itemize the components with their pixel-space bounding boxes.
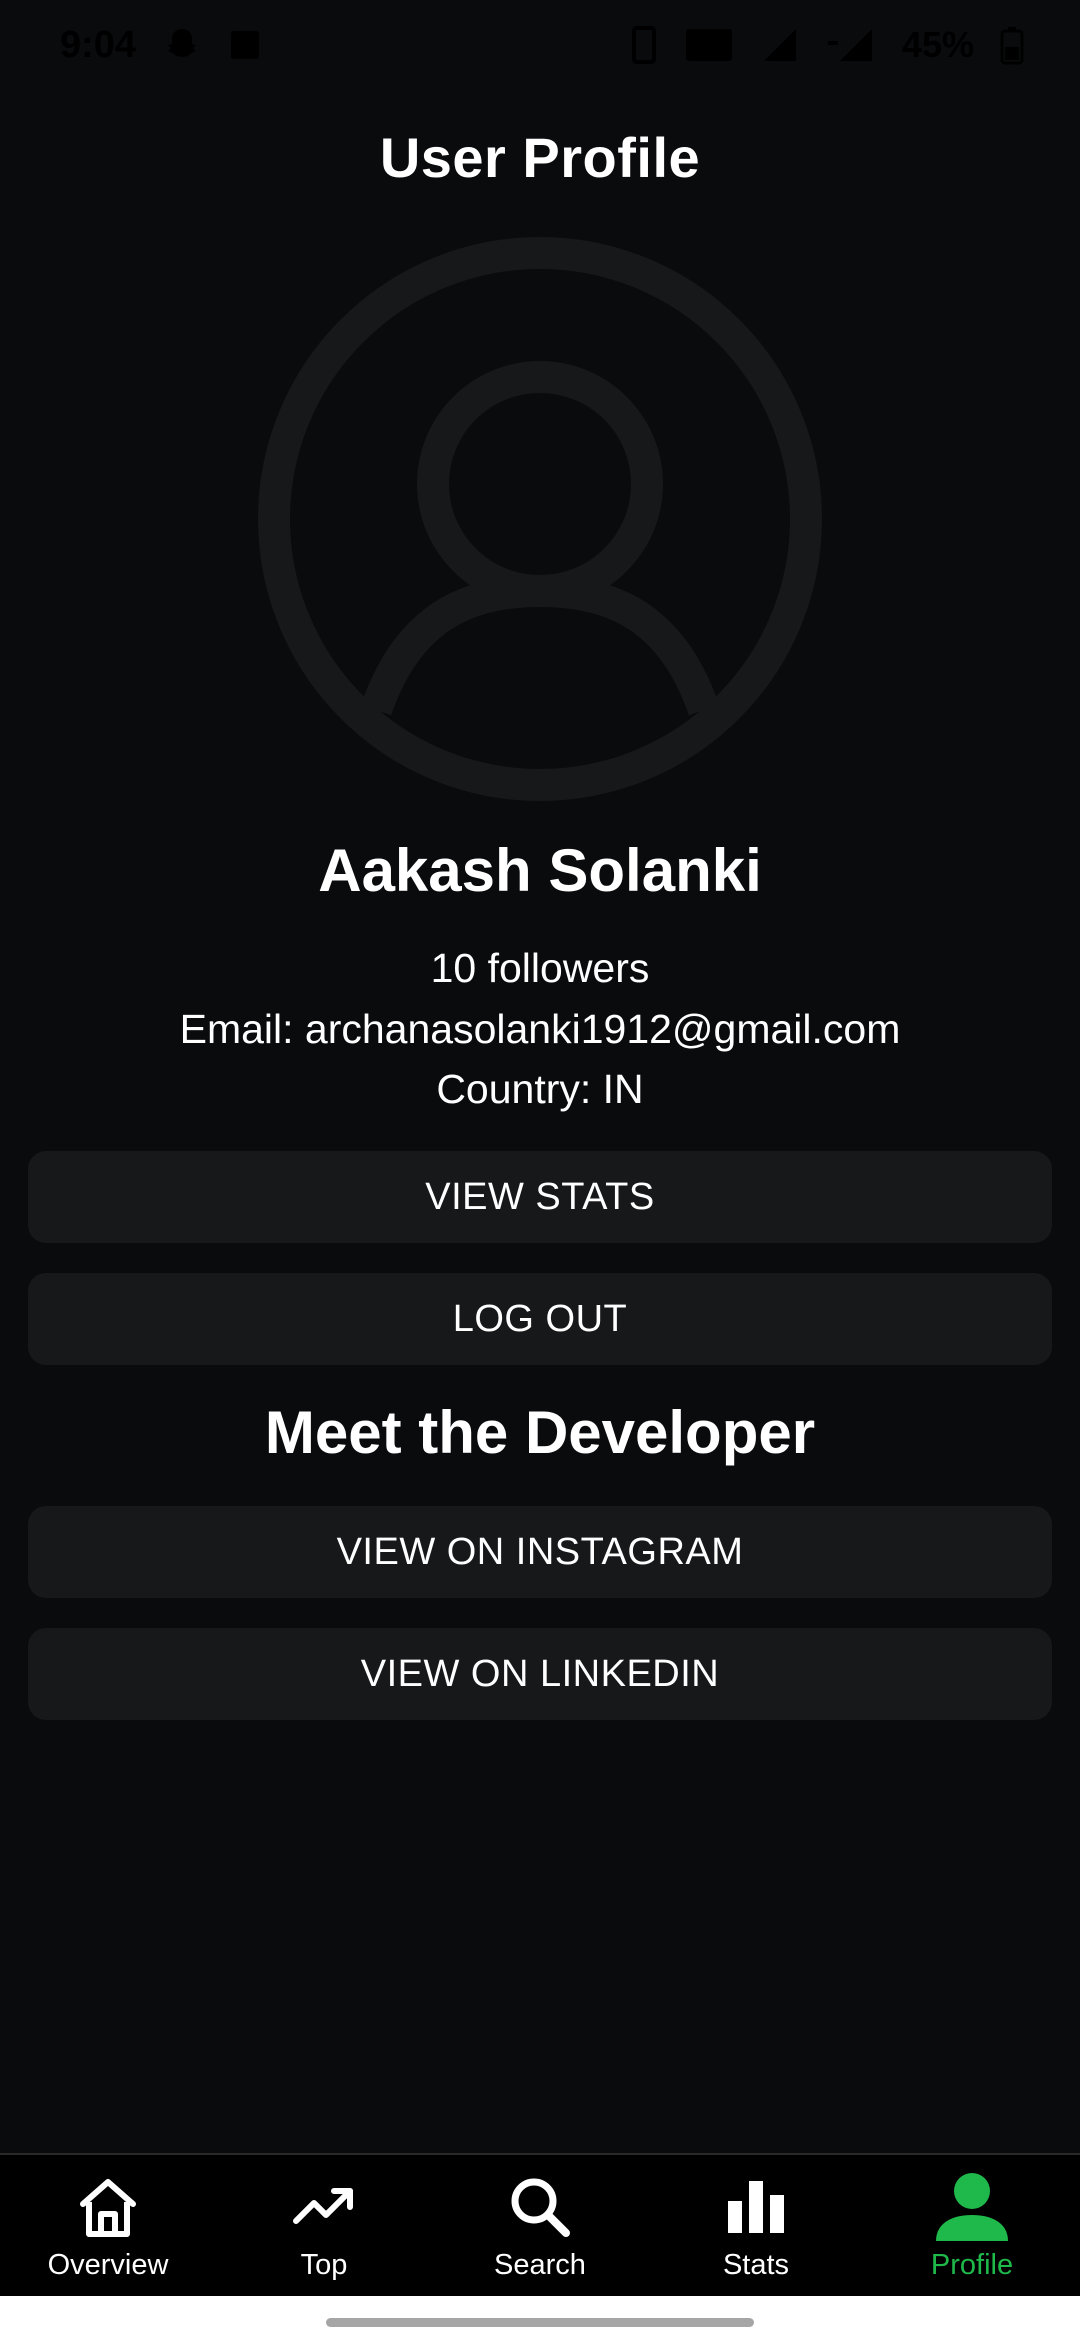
person-icon bbox=[934, 2171, 1010, 2243]
status-time: 9:04 bbox=[60, 23, 137, 66]
home-icon bbox=[75, 2171, 141, 2243]
gallery-icon bbox=[228, 28, 262, 62]
status-right: 45% bbox=[630, 24, 1024, 66]
nav-label-search: Search bbox=[494, 2249, 586, 2281]
battery-percent: 45% bbox=[901, 24, 974, 65]
nav-item-stats[interactable]: Stats bbox=[648, 2155, 864, 2296]
developer-section-title: Meet the Developer bbox=[264, 1399, 816, 1466]
account-circle-icon bbox=[258, 237, 822, 801]
nav-label-overview: Overview bbox=[47, 2249, 169, 2281]
volte-icon bbox=[684, 25, 734, 65]
signal-icon bbox=[760, 25, 800, 65]
bottom-navigation: Overview Top Search Stats Profile bbox=[0, 2153, 1080, 2296]
vibrate-icon bbox=[630, 25, 658, 65]
view-on-linkedin-button[interactable]: VIEW ON LINKEDIN bbox=[28, 1628, 1052, 1720]
nav-item-search[interactable]: Search bbox=[432, 2155, 648, 2296]
page-title: User Profile bbox=[379, 126, 701, 189]
country-text: Country: IN bbox=[436, 1066, 644, 1112]
snapchat-icon bbox=[162, 25, 202, 65]
nav-item-top[interactable]: Top bbox=[216, 2155, 432, 2296]
battery-icon bbox=[1000, 25, 1024, 65]
user-name: Aakash Solanki bbox=[318, 837, 762, 904]
nav-item-profile[interactable]: Profile bbox=[864, 2155, 1080, 2296]
signal-4g-icon bbox=[826, 25, 876, 65]
nav-label-stats: Stats bbox=[722, 2249, 790, 2281]
status-bar: 9:04 45% bbox=[0, 0, 1080, 90]
view-on-instagram-button[interactable]: VIEW ON INSTAGRAM bbox=[28, 1506, 1052, 1598]
home-gesture-bar[interactable] bbox=[326, 2318, 754, 2327]
view-stats-button[interactable]: VIEW STATS bbox=[28, 1151, 1052, 1243]
search-icon bbox=[508, 2171, 572, 2243]
nav-item-overview[interactable]: Overview bbox=[0, 2155, 216, 2296]
status-left: 9:04 bbox=[60, 24, 262, 67]
log-out-button[interactable]: LOG OUT bbox=[28, 1273, 1052, 1365]
followers-count: 10 followers bbox=[430, 945, 650, 991]
nav-label-top: Top bbox=[300, 2249, 348, 2281]
trending-up-icon bbox=[292, 2171, 356, 2243]
bar-chart-icon bbox=[724, 2171, 788, 2243]
nav-label-profile: Profile bbox=[930, 2249, 1014, 2281]
email-text: Email: archanasolanki1912@gmail.com bbox=[179, 1006, 901, 1052]
